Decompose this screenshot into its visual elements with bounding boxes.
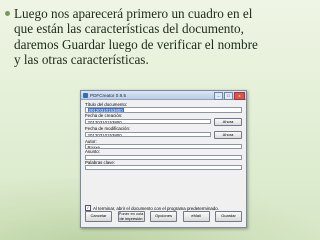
save-button[interactable]: Guardar [215,211,242,222]
modified-now-button[interactable]: Ahora [214,130,242,139]
window-controls: – □ x [214,92,245,100]
paragraph-line-2: que están las características del docume… [14,21,244,37]
created-now-button[interactable]: Ahora [214,117,242,126]
modified-date-row: 20120310153800 Ahora [85,130,242,139]
doc-title-value: 20120310153800 [87,108,124,113]
doc-title-field[interactable]: 20120310153800 [85,107,242,113]
minimize-icon[interactable]: – [214,92,223,100]
email-button[interactable]: eMail [182,211,210,222]
bullet-icon [5,11,10,16]
cancel-button[interactable]: Cancelar [85,211,112,222]
paragraph-line-3: daremos Guardar luego de verificar el no… [14,36,258,52]
close-icon[interactable]: x [234,92,245,100]
app-icon [83,92,88,98]
paragraph-line-4: y las otras características. [14,52,149,68]
window-titlebar[interactable]: PDFCreator 0.9.5 – □ x [81,91,246,100]
keywords-field[interactable] [85,165,242,171]
modified-date-field[interactable]: 20120310153800 [85,132,211,138]
open-after-save-label: Al terminar, abrir el documento con el p… [93,205,219,211]
options-button[interactable]: Opciones [150,211,177,222]
window-title: PDFCreator 0.9.5 [90,92,126,98]
pdfcreator-window: PDFCreator 0.9.5 – □ x Título del docume… [80,90,247,228]
dialog-buttons: Cancelar Poner en cola de impresión Opci… [85,211,242,222]
author-field[interactable]: Roxxe [85,143,242,150]
print-queue-button[interactable]: Poner en cola de impresión [117,211,145,222]
paragraph-line-1: Luego nos aparecerá primero un cuadro en… [14,6,253,21]
subject-field[interactable] [85,154,242,160]
created-date-row: 20120310153800 Ahora [85,117,242,126]
created-date-field[interactable]: 20120310153800 [85,119,211,125]
document-properties-form: Título del documento: 20120310153800 Fec… [85,102,242,171]
maximize-icon[interactable]: □ [224,92,233,100]
slide-paragraph: Luego nos aparecerá primero un cuadro en… [5,6,314,68]
